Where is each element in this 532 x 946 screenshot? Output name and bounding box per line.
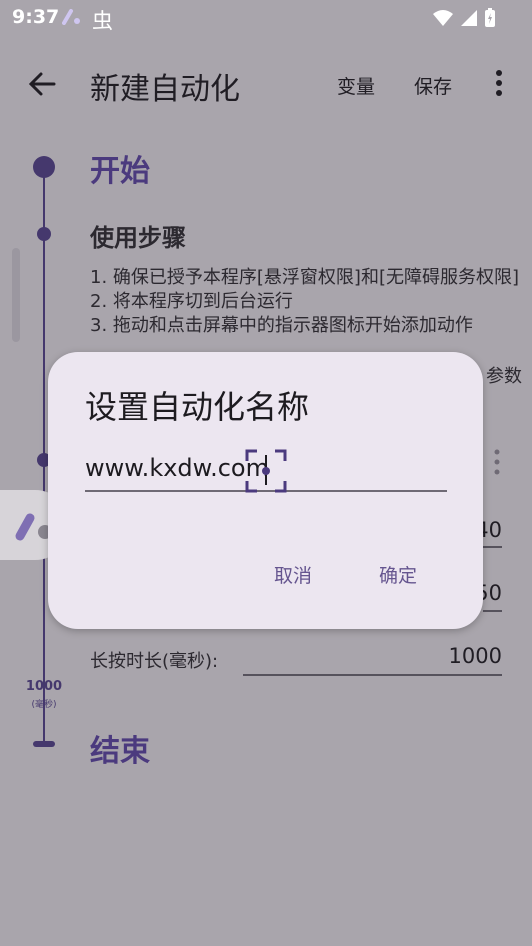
cancel-button[interactable]: 取消 bbox=[274, 561, 312, 588]
steps-title: 使用步骤 bbox=[90, 224, 186, 252]
steps-text: 1. 确保已授予本程序[悬浮窗权限]和[无障碍服务权限] 2. 将本程序切到后台… bbox=[90, 267, 519, 336]
more-vert-icon[interactable] bbox=[490, 68, 508, 98]
app-bar: 新建自动化 变量 保存 bbox=[0, 52, 532, 112]
start-title: 开始 bbox=[90, 154, 150, 189]
timeline-start-node bbox=[33, 156, 55, 178]
confirm-button[interactable]: 确定 bbox=[379, 561, 417, 588]
battery-icon bbox=[484, 8, 496, 32]
dialog-title: 设置自动化名称 bbox=[85, 388, 310, 426]
end-title: 结束 bbox=[90, 734, 150, 769]
name-dialog: 设置自动化名称 www.kxdw.com 取消 确定 bbox=[48, 352, 483, 629]
long-press-label: 长按时长(毫秒): bbox=[90, 651, 219, 672]
status-icons bbox=[432, 8, 496, 32]
action-more-icon[interactable] bbox=[492, 448, 502, 476]
long-press-underline bbox=[243, 674, 502, 676]
status-time: 9:37 bbox=[12, 6, 60, 28]
automation-app-icon bbox=[62, 9, 82, 29]
timeline-step-node bbox=[37, 227, 51, 241]
status-bar: 9:37 虫 bbox=[0, 0, 532, 36]
steps-text-trailing: 参数 bbox=[486, 366, 522, 387]
scroll-indicator bbox=[12, 248, 20, 342]
timeline-end-node bbox=[33, 741, 55, 747]
page-title: 新建自动化 bbox=[90, 72, 240, 107]
signal-icon bbox=[460, 9, 478, 31]
long-press-input[interactable]: 1000 bbox=[300, 644, 502, 668]
node-duration-value: 1000 bbox=[25, 679, 63, 694]
text-cursor-handle-icon[interactable] bbox=[245, 449, 287, 493]
save-button[interactable]: 保存 bbox=[414, 72, 452, 99]
variables-button[interactable]: 变量 bbox=[337, 72, 375, 99]
back-arrow-icon[interactable] bbox=[24, 66, 60, 102]
wifi-icon bbox=[432, 9, 454, 31]
bug-icon: 虫 bbox=[92, 9, 113, 33]
node-duration-unit: (毫秒) bbox=[31, 700, 57, 710]
field2-underline bbox=[483, 610, 502, 612]
field1-underline bbox=[483, 546, 502, 548]
